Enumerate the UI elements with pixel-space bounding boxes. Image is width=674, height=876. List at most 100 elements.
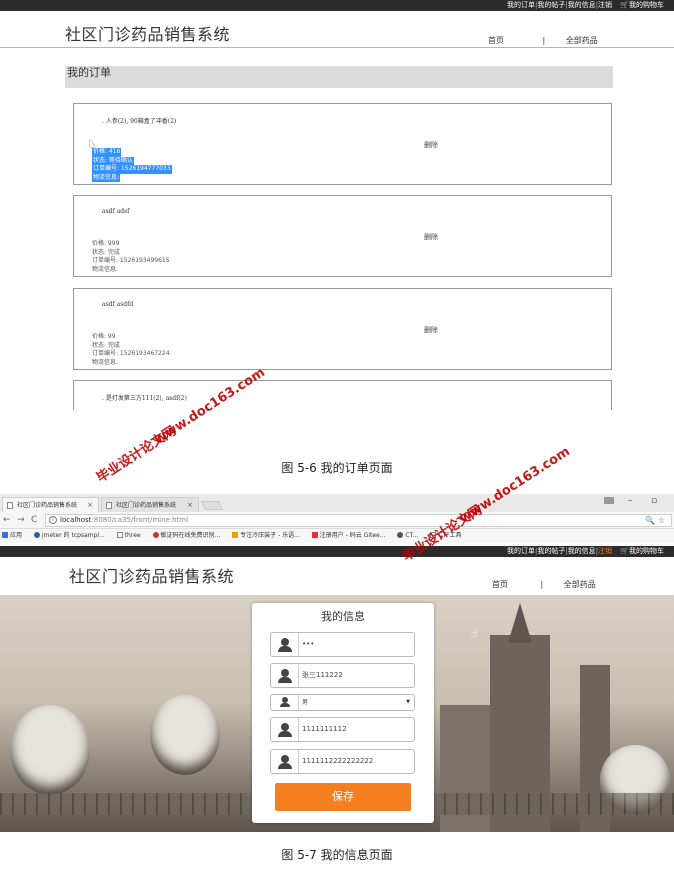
id-number-value: 1111112222222222 <box>302 757 374 765</box>
reload-icon[interactable]: C <box>31 514 37 526</box>
page-icon <box>7 502 13 509</box>
nav-divider: | <box>540 580 544 589</box>
save-button[interactable]: 保存 <box>275 783 411 811</box>
browser-tab[interactable]: 社区门诊药品销售系统 × <box>101 497 199 512</box>
url-host: localhost <box>60 516 92 524</box>
tab-strip: 社区门诊药品销售系统 × 社区门诊药品销售系统 × – ▫ <box>0 494 674 512</box>
order-price: 价格: 99 <box>92 333 116 340</box>
gender-select[interactable]: 男 ▼ <box>270 694 415 711</box>
user-icon <box>271 718 299 741</box>
main-nav: 首页 | 全部药品 <box>492 579 596 590</box>
bookmark-item[interactable]: 注册用户 - 码云 Gitee... <box>311 532 386 539</box>
browser-tab-active[interactable]: 社区门诊药品销售系统 × <box>2 497 99 512</box>
bookmark-label: 应用 <box>10 532 23 539</box>
logout-link[interactable]: 注销 <box>598 547 612 555</box>
profile-icon[interactable] <box>604 497 614 504</box>
bookmark-item[interactable]: three <box>116 532 141 539</box>
chevron-down-icon: ▼ <box>406 699 410 705</box>
bookmark-item[interactable]: 应用 <box>2 532 22 539</box>
order-status: 状态: 完成 <box>92 248 120 256</box>
order-card: . 是打发第三方111(2), asdf(2) <box>73 380 612 410</box>
cart-link[interactable]: 🛒我的购物车 <box>620 547 664 555</box>
top-user-bar: 我的订单|我的帖子|我的信息|注销 🛒我的购物车 <box>0 546 674 557</box>
zoom-star-icons[interactable]: 🔍 ☆ <box>645 515 665 526</box>
bookmark-item[interactable]: 专注冷压装子 - 乐语... <box>232 532 300 539</box>
tab-close-icon[interactable]: × <box>87 498 93 512</box>
order-meta: 价格: 416 状态: 等待确认 订单编号: 1526194777033 物流信… <box>92 148 172 182</box>
gender-value: 男 <box>302 699 309 706</box>
bookmark-label: 专注冷压装子 - 乐语... <box>240 532 300 539</box>
nav-divider: | <box>542 36 546 45</box>
logout-link[interactable]: 注销 <box>598 1 612 9</box>
username-field[interactable]: ••• <box>270 632 415 657</box>
tab-title: 社区门诊药品销售系统 <box>116 502 177 509</box>
tab-close-icon[interactable]: × <box>187 498 193 512</box>
my-info-link[interactable]: 我的信息 <box>568 547 596 555</box>
delete-button[interactable]: 删除 <box>424 325 438 335</box>
nav-all-drugs[interactable]: 全部药品 <box>564 579 596 590</box>
my-orders-link[interactable]: 我的订单 <box>507 547 535 555</box>
back-icon[interactable]: ← <box>3 514 11 526</box>
site-brand[interactable]: 社区门诊药品销售系统 <box>69 563 234 587</box>
order-meta: 价格: 99 状态: 完成 订单编号: 1526193467224 物流信息: <box>92 333 170 367</box>
user-icon <box>271 633 299 656</box>
order-number: 订单编号: 1526193467224 <box>92 350 170 357</box>
cart-label: 我的购物车 <box>629 547 664 555</box>
order-price: 价格: 416 <box>92 148 122 157</box>
nav-home[interactable]: 首页 <box>492 579 508 590</box>
form-title: 我的信息 <box>321 610 365 623</box>
delete-button[interactable]: 删除 <box>424 140 438 150</box>
phone-field[interactable]: 1111111112 <box>270 717 415 742</box>
gitee-icon <box>311 532 318 538</box>
info-icon[interactable]: i <box>49 516 57 524</box>
id-number-field[interactable]: 1111112222222222 <box>270 749 415 774</box>
shield-icon <box>33 532 40 538</box>
order-logistics: 物流信息: <box>92 358 119 366</box>
order-status: 状态: 等待确认 <box>92 156 134 165</box>
nav-all-drugs[interactable]: 全部药品 <box>566 35 598 46</box>
site-icon <box>152 532 159 538</box>
info-page: 我的订单|我的帖子|我的信息|注销 🛒我的购物车 社区门诊药品销售系统 首页 |… <box>0 543 674 876</box>
my-info-link[interactable]: 我的信息 <box>568 1 596 9</box>
bookmark-item[interactable]: 敏证码在线免费识别... <box>152 532 221 539</box>
order-number: 订单编号: 1526194777033 <box>92 165 172 174</box>
bookmark-label: 敏证码在线免费识别... <box>160 532 221 539</box>
bookmark-label: 注册用户 - 码云 Gitee... <box>319 532 386 539</box>
page-icon <box>106 502 112 509</box>
hand-cursor-icon: ☝ <box>471 627 478 640</box>
username-value: ••• <box>302 640 315 648</box>
minimize-icon[interactable]: – <box>628 494 633 508</box>
main-nav: 首页 | 全部药品 <box>488 35 598 46</box>
tab-title: 社区门诊药品销售系统 <box>17 502 78 509</box>
nav-home[interactable]: 首页 <box>488 35 504 46</box>
apps-icon <box>2 532 8 538</box>
order-logistics: 物流信息: <box>92 173 121 182</box>
bookmark-item[interactable]: jmeter 的 tcpsampl... <box>33 532 105 539</box>
my-posts-link[interactable]: 我的帖子 <box>537 1 565 9</box>
header-divider <box>0 47 674 48</box>
figure-caption-info: 图 5-7 我的信息页面 <box>281 848 393 862</box>
maximize-icon[interactable]: ▫ <box>651 494 657 508</box>
top-user-bar: 我的订单|我的帖子|我的信息|注销 🛒我的购物车 <box>0 0 674 11</box>
site-icon <box>232 532 239 538</box>
site-brand[interactable]: 社区门诊药品销售系统 <box>65 21 230 45</box>
order-meta: 价格: 999 状态: 完成 订单编号: 1526193499615 物流信息: <box>92 240 170 274</box>
page-icon <box>116 532 123 538</box>
order-card: asdf adsf 删除 价格: 999 状态: 完成 订单编号: 152619… <box>73 195 612 277</box>
url-path: :8080/ca35/front/mine.html <box>91 516 189 524</box>
url-input[interactable]: i localhost:8080/ca35/front/mine.html 🔍 … <box>45 514 672 527</box>
order-name: asdf adsf <box>102 208 130 215</box>
new-tab-button[interactable] <box>200 501 224 510</box>
mouse-cursor-icon <box>90 139 95 147</box>
my-posts-link[interactable]: 我的帖子 <box>537 547 565 555</box>
user-icon <box>397 532 404 538</box>
cart-link[interactable]: 🛒我的购物车 <box>620 1 664 9</box>
delete-button[interactable]: 删除 <box>424 232 438 242</box>
user-icon <box>271 664 299 687</box>
phone-value: 1111111112 <box>302 725 347 733</box>
forward-icon[interactable]: → <box>17 514 25 526</box>
order-status: 状态: 完成 <box>92 341 120 349</box>
my-orders-link[interactable]: 我的订单 <box>507 1 535 9</box>
browser-window: 社区门诊药品销售系统 × 社区门诊药品销售系统 × – ▫ ← → C i lo… <box>0 494 674 876</box>
name-field[interactable]: 张三111222 <box>270 663 415 688</box>
